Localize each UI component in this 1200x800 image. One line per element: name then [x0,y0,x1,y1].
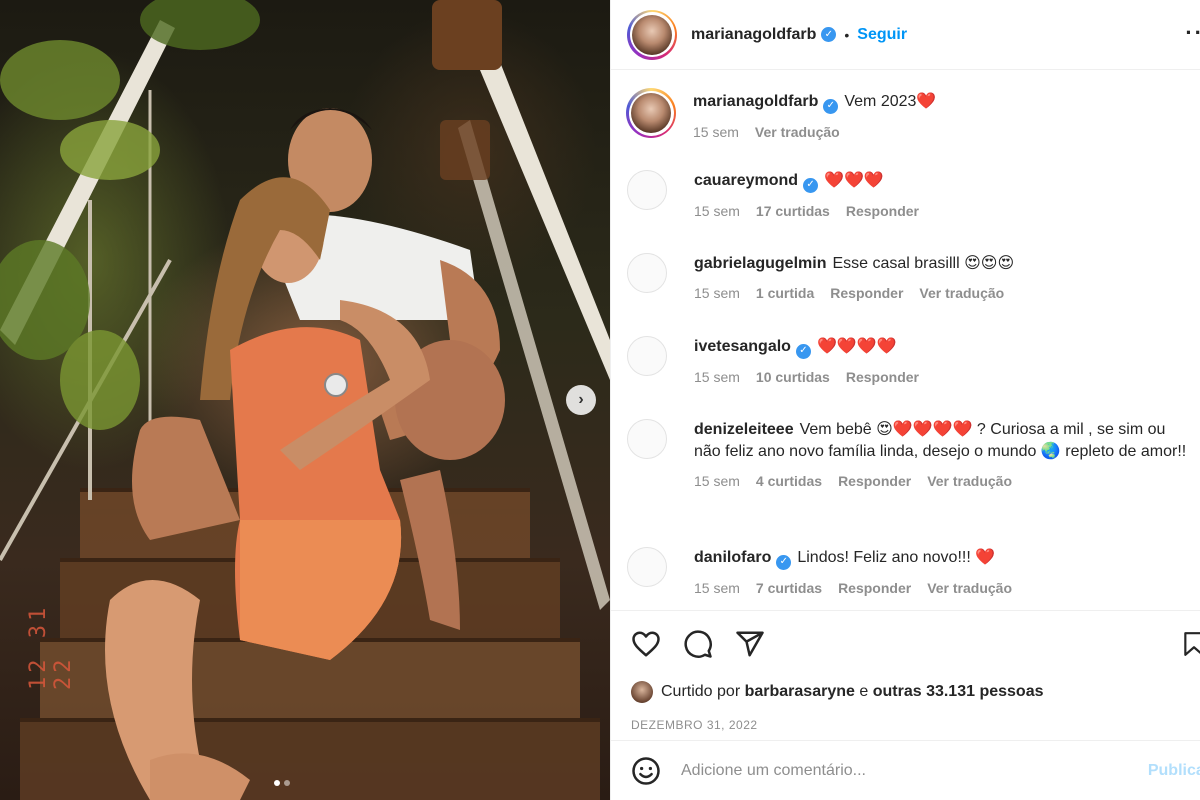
liked-others[interactable]: outras 33.131 pessoas [873,683,1044,701]
heart-icon[interactable] [631,629,661,659]
comment-input[interactable] [681,761,1121,780]
comment-emoji: ❤️❤️❤️ [824,172,884,189]
author-avatar[interactable] [627,9,677,60]
comment-username[interactable]: danilofaro [694,549,771,566]
comment-username[interactable]: denizeleiteee [694,421,794,438]
avatar-photo [631,93,671,133]
comment-time[interactable]: 15 sem [694,285,740,301]
comment-time[interactable]: 15 sem [693,124,739,140]
comment-item: gabrielagugelmin Esse casal brasilll 😍😍😍 … [627,253,1197,301]
header-separator: • [844,26,850,43]
publish-button[interactable]: Publicar [1148,762,1200,780]
comment-time[interactable]: 15 sem [694,473,740,489]
add-comment-bar: Publicar [611,740,1200,800]
comment-likes[interactable]: 17 curtidas [756,203,830,219]
carousel-dot-2 [284,780,290,786]
translate-button[interactable]: Ver tradução [927,580,1012,596]
comment-item: cauareymond ✓ ❤️❤️❤️ 15 sem 17 curtidas Re… [627,170,1197,219]
comment-emoji: ❤️ [916,93,937,110]
translate-button[interactable]: Ver tradução [919,285,1004,301]
post-photo[interactable]: 12 31 22 › [0,0,610,800]
carousel-next-button[interactable]: › [566,385,596,415]
commenter-avatar[interactable] [627,419,667,459]
comment-likes[interactable]: 7 curtidas [756,580,822,596]
comment-time[interactable]: 15 sem [694,580,740,596]
reply-button[interactable]: Responder [830,285,903,301]
reply-button[interactable]: Responder [838,580,911,596]
verified-badge-icon: ✓ [795,343,811,359]
more-horizontal-icon[interactable]: ·· [1185,20,1200,46]
comment-item: danilofaro ✓ Lindos! Feliz ano novo!!! ❤️ … [627,547,1197,596]
comment-time[interactable]: 15 sem [694,203,740,219]
caption-avatar[interactable] [626,88,676,138]
reply-button[interactable]: Responder [838,473,911,489]
comment-likes[interactable]: 4 curtidas [756,473,822,489]
liked-by[interactable]: Curtido por barbarasaryne e outras 33.13… [631,681,1043,703]
verified-badge-icon: ✓ [823,98,839,114]
commenter-avatar[interactable] [627,170,667,210]
post-sidebar: marianagoldfarb ✓ • Seguir ·· marianagol… [610,0,1200,800]
comment-item: denizeleiteee Vem bebê 😍❤️❤️❤️❤️ ? Curios… [627,419,1197,489]
carousel-indicator [274,780,290,786]
commenter-avatar[interactable] [627,336,667,376]
commenter-avatar[interactable] [627,253,667,293]
verified-badge-icon: ✓ [776,554,792,570]
comment-username[interactable]: marianagoldfarb [693,93,818,110]
comment-username[interactable]: cauareymond [694,172,798,189]
author-username[interactable]: marianagoldfarb [691,26,816,44]
comment-emoji: ❤️❤️❤️❤️ [816,338,897,355]
verified-badge-icon: ✓ [803,177,819,193]
comments-list[interactable]: marianagoldfarb ✓ Vem 2023❤️ 15 sem Ver tr… [611,70,1200,610]
post-header: marianagoldfarb ✓ • Seguir ·· [611,0,1200,70]
post-date[interactable]: DEZEMBRO 31, 2022 [631,718,758,732]
liker-avatar [631,681,653,703]
comment-username[interactable]: ivetesangalo [694,338,791,355]
comment-likes[interactable]: 1 curtida [756,285,814,301]
avatar-photo [632,14,672,55]
post-actions: Curtido por barbarasaryne e outras 33.13… [611,610,1200,740]
comment-emoji: ❤️ [975,549,996,566]
comment-emoji: 😍😍😍 [964,255,1015,272]
carousel-dot-1 [274,780,280,786]
caption: marianagoldfarb ✓ Vem 2023❤️ 15 sem Ver tr… [626,88,1197,140]
comment-icon[interactable] [683,629,713,659]
chevron-right-icon: › [578,391,584,408]
comment-time[interactable]: 15 sem [694,369,740,385]
reply-button[interactable]: Responder [846,369,919,385]
liked-prefix: Curtido por [661,683,741,700]
liked-connector: e [859,683,869,700]
comment-username[interactable]: gabrielagugelmin [694,255,826,272]
comment-likes[interactable]: 10 curtidas [756,369,830,385]
bookmark-icon[interactable] [1181,629,1200,659]
commenter-avatar[interactable] [627,547,667,587]
follow-button[interactable]: Seguir [857,26,907,44]
comment-item: ivetesangalo ✓ ❤️❤️❤️❤️ 15 sem 10 curtidas… [627,336,1197,385]
translate-button[interactable]: Ver tradução [755,124,840,140]
smiley-icon[interactable] [631,756,661,786]
comment-text: Vem 2023 [844,93,917,110]
verified-badge-icon: ✓ [821,27,837,42]
comment-text: Lindos! Feliz ano novo!!! [797,549,971,566]
comment-text: Esse casal brasilll [832,255,960,272]
translate-button[interactable]: Ver tradução [927,473,1012,489]
reply-button[interactable]: Responder [846,203,919,219]
photo-scene [0,0,610,800]
photo-date-stamp: 12 31 22 [26,603,76,690]
liked-user[interactable]: barbarasaryne [745,683,855,701]
share-icon[interactable] [735,629,765,659]
